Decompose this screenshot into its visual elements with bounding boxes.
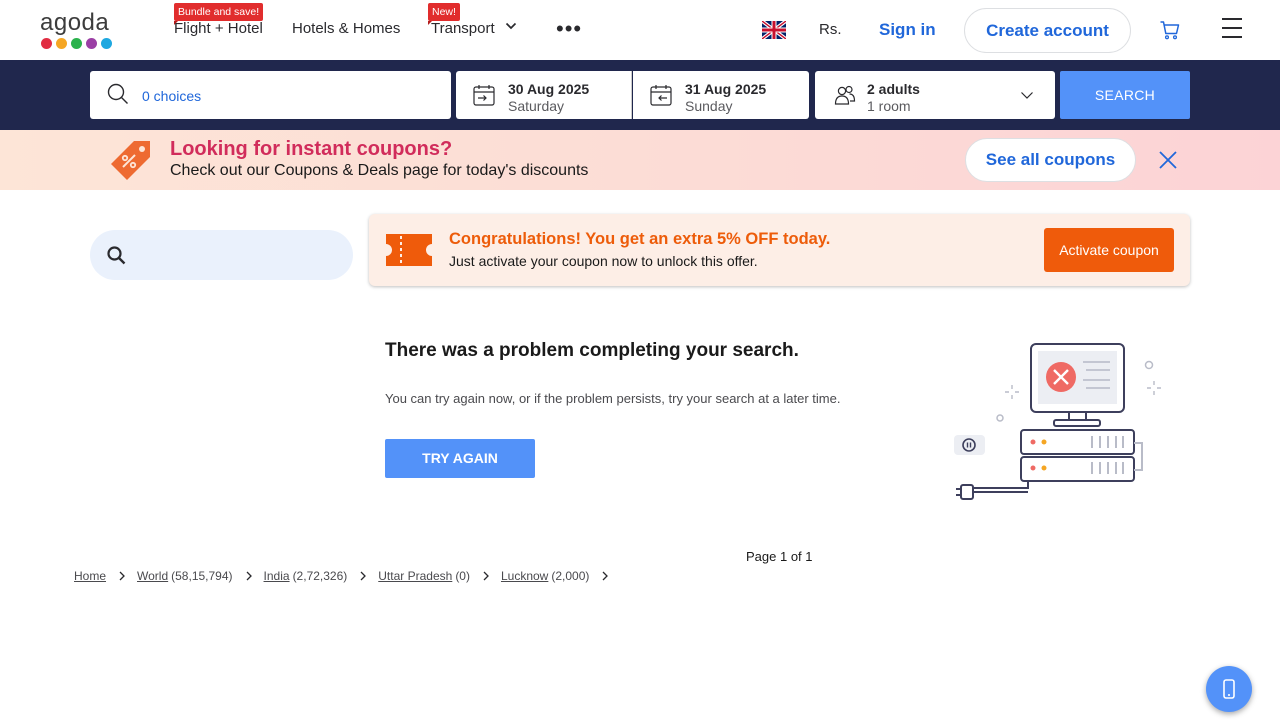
calendar-checkin-icon [473, 85, 495, 106]
sign-in-link[interactable]: Sign in [879, 20, 936, 40]
logo-dot-green [71, 38, 82, 49]
activate-coupon-button[interactable]: Activate coupon [1044, 228, 1174, 272]
check-in-day: Saturday [508, 98, 565, 114]
breadcrumb-item-world: World (58,15,794) [137, 569, 264, 583]
see-all-coupons-button[interactable]: See all coupons [965, 138, 1136, 182]
breadcrumb-link-lucknow[interactable]: Lucknow [501, 569, 548, 583]
breadcrumb-link-world[interactable]: World [137, 569, 168, 583]
ticket-icon [386, 234, 432, 266]
nav-hotels-homes[interactable]: Hotels & Homes [292, 20, 400, 38]
filter-search-input[interactable] [90, 230, 353, 280]
breadcrumb-count: (58,15,794) [171, 569, 233, 583]
search-button[interactable]: SEARCH [1060, 71, 1190, 119]
agoda-logo[interactable]: agoda [40, 10, 116, 50]
mobile-app-button[interactable] [1206, 666, 1252, 712]
currency-selector[interactable]: Rs. [819, 21, 842, 38]
breadcrumb-count: (0) [455, 569, 470, 583]
logo-dot-orange [56, 38, 67, 49]
check-out-date-value: 31 Aug 2025 [685, 81, 767, 97]
breadcrumb-link-india[interactable]: India [264, 569, 290, 583]
try-again-button[interactable]: TRY AGAIN [385, 439, 535, 478]
rooms-count: 1 room [867, 98, 911, 114]
more-menu-button[interactable]: ••• [556, 18, 582, 40]
server-error-illustration [954, 343, 1161, 500]
top-navigation: agoda Bundle and save! Flight + Hotel Ho… [0, 0, 1280, 60]
coupon-tag-icon [111, 141, 150, 180]
coupon-offer-subtitle: Just activate your coupon now to unlock … [449, 253, 758, 269]
uk-flag-icon[interactable] [762, 21, 786, 39]
logo-dot-purple [86, 38, 97, 49]
logo-dot-blue [101, 38, 112, 49]
destination-input[interactable]: 0 choices [90, 71, 451, 119]
nav-transport-label: Transport [431, 20, 495, 37]
nav-flight-hotel[interactable]: Flight + Hotel [174, 20, 263, 38]
nav-transport[interactable]: Transport [431, 20, 517, 38]
check-out-date[interactable]: 31 Aug 2025 Sunday [633, 71, 809, 119]
check-in-date[interactable]: 30 Aug 2025 Saturday [456, 71, 632, 119]
chevron-right-icon [360, 571, 367, 581]
breadcrumb-item-india: India (2,72,326) [264, 569, 379, 583]
breadcrumb-link-uttar-pradesh[interactable]: Uttar Pradesh [378, 569, 452, 583]
guests-icon [834, 85, 856, 105]
logo-dot-red [41, 38, 52, 49]
check-in-date-value: 30 Aug 2025 [508, 81, 590, 97]
coupon-banner: Looking for instant coupons? Check out o… [0, 130, 1280, 190]
chevron-down-icon [505, 22, 516, 30]
chevron-down-icon [1021, 92, 1033, 99]
logo-wordmark: agoda [40, 9, 110, 36]
check-out-day: Sunday [685, 98, 733, 114]
calendar-checkout-icon [650, 85, 672, 106]
chevron-right-icon [483, 571, 489, 581]
error-title: There was a problem completing your sear… [385, 340, 799, 361]
search-icon [107, 83, 128, 104]
coupon-banner-title: Looking for instant coupons? [170, 138, 453, 160]
coupon-offer-card: Congratulations! You get an extra 5% OFF… [369, 214, 1190, 286]
chevron-right-icon [246, 571, 252, 581]
search-bar: 0 choices 30 Aug 2025 Saturday 31 Aug 20… [0, 60, 1280, 130]
coupon-banner-subtitle: Check out our Coupons & Deals page for t… [170, 162, 589, 179]
guests-count: 2 adults [867, 81, 920, 97]
occupancy-selector[interactable]: 2 adults 1 room [815, 71, 1055, 119]
search-icon [107, 246, 126, 265]
phone-icon [1223, 679, 1235, 699]
breadcrumb-count: (2,72,326) [292, 569, 348, 583]
create-account-button[interactable]: Create account [964, 8, 1131, 53]
breadcrumb-count: (2,000) [551, 569, 590, 583]
chevron-right-icon [119, 571, 125, 581]
cart-icon[interactable] [1159, 19, 1181, 41]
breadcrumb: Home World (58,15,794) India (2,72,326) … [74, 568, 620, 584]
breadcrumb-item-uttar-pradesh: Uttar Pradesh (0) [378, 569, 501, 583]
error-message: You can try again now, or if the problem… [385, 391, 841, 406]
logo-dots [41, 38, 112, 49]
pagination-info: Page 1 of 1 [746, 549, 813, 564]
hamburger-menu-icon[interactable] [1222, 18, 1242, 38]
coupon-offer-title: Congratulations! You get an extra 5% OFF… [449, 230, 831, 248]
breadcrumb-link-home[interactable]: Home [74, 569, 106, 583]
breadcrumb-item-lucknow: Lucknow (2,000) [501, 569, 620, 583]
new-badge: New! [428, 3, 460, 25]
close-icon[interactable] [1159, 151, 1177, 169]
destination-placeholder: 0 choices [142, 88, 202, 104]
chevron-right-icon [602, 571, 609, 581]
breadcrumb-item-home: Home [74, 569, 137, 583]
bundle-badge: Bundle and save! [174, 3, 264, 25]
